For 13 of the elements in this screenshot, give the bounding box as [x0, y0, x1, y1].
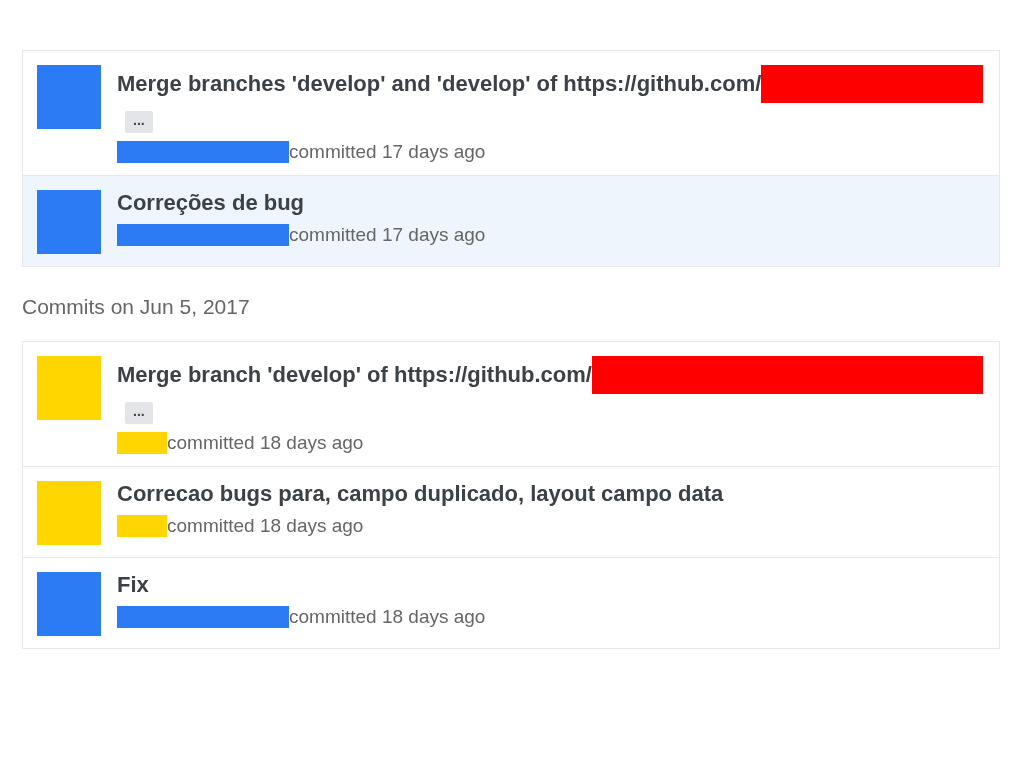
- commit-time: committed 18 days ago: [167, 515, 364, 537]
- expand-button[interactable]: ...: [125, 111, 153, 133]
- commit-message[interactable]: Merge branch 'develop' of https://github.com/: [117, 362, 592, 388]
- commit-time: committed 18 days ago: [289, 606, 486, 628]
- expand-button[interactable]: ...: [125, 402, 153, 424]
- commit-message[interactable]: Correções de bug: [117, 190, 305, 216]
- commit-time: committed 17 days ago: [289, 224, 486, 246]
- commit-message[interactable]: Correcao bugs para, campo duplicado, layout campo data: [117, 481, 724, 507]
- commit-time: committed 18 days ago: [167, 432, 364, 454]
- commit-message[interactable]: Fix: [117, 572, 149, 598]
- commit-message[interactable]: Merge branches 'develop' and 'develop' of https://github.com/: [117, 71, 762, 97]
- commit-time: committed 17 days ago: [289, 141, 486, 163]
- date-heading: Commits on Jun 5, 2017: [22, 294, 251, 320]
